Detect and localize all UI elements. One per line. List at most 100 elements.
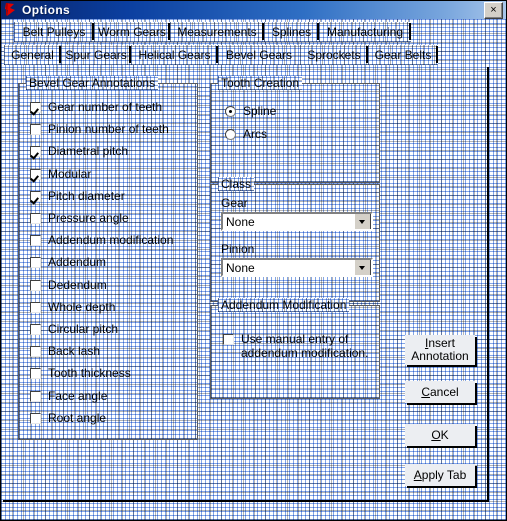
annotation-checkbox[interactable]	[30, 234, 41, 246]
tab-label: Sprockets	[307, 48, 361, 62]
cancel-button[interactable]: Cancel	[405, 381, 475, 403]
pinion-class-label: Pinion	[221, 242, 255, 256]
annotation-checkbox-label: Tooth thickness	[48, 366, 131, 380]
tooth-creation-group-label: Tooth Creation	[218, 76, 302, 90]
tab-belt-pulleys[interactable]: Belt Pulleys	[14, 22, 94, 42]
tab-sprockets[interactable]: Sprockets	[300, 45, 368, 65]
tab-label: Manufacturing	[326, 25, 404, 39]
radio-arcs-indicator[interactable]	[225, 128, 236, 140]
ok-button-label: OK	[431, 427, 449, 442]
annotation-checkbox-row[interactable]: Addendum	[30, 255, 106, 269]
bevel-gear-annotations-group-label: Bevel Gear Annotations	[26, 76, 158, 90]
annotation-checkbox[interactable]	[30, 301, 41, 313]
annotation-checkbox-row[interactable]: Root angle	[30, 411, 106, 425]
tab-worm-gears[interactable]: Worm Gears	[94, 22, 170, 42]
annotation-checkbox[interactable]	[30, 412, 41, 424]
tab-gear-belts[interactable]: Gear Belts	[368, 45, 438, 65]
annotation-checkbox-row[interactable]: Pressure angle	[30, 211, 129, 225]
dialog-client-area: Belt Pulleys Worm Gears Measurements Spline…	[1, 19, 506, 520]
annotation-checkbox[interactable]	[30, 101, 41, 113]
radio-spline-indicator[interactable]	[225, 105, 236, 117]
chevron-down-icon[interactable]	[354, 214, 371, 229]
tab-label: Belt Pulleys	[22, 25, 86, 39]
radio-spline[interactable]: Spline	[225, 104, 276, 118]
annotation-checkbox[interactable]	[30, 279, 41, 291]
apply-tab-button[interactable]: Apply Tab	[405, 464, 475, 486]
tab-label: General	[11, 48, 54, 62]
annotation-checkbox-row[interactable]: Pinion number of teeth	[30, 122, 169, 136]
annotation-checkbox-row[interactable]: Back lash	[30, 344, 100, 358]
tab-bevel-gears[interactable]: Bevel Gears	[218, 45, 300, 65]
use-manual-addendum-checkbox-row[interactable]: Use manual entry of addendum modificatio…	[223, 332, 368, 360]
tab-label: Helical Gears	[138, 48, 211, 62]
tab-spur-gears[interactable]: Spur Gears	[61, 45, 131, 65]
annotation-checkbox-label: Back lash	[48, 344, 101, 358]
tab-manufacturing[interactable]: Manufacturing	[319, 22, 411, 42]
annotation-checkbox-label: Face angle	[48, 389, 108, 403]
gear-class-value: None	[226, 214, 255, 229]
tab-label: Measurements	[177, 25, 257, 39]
annotation-checkbox-label: Diametral pitch	[48, 144, 129, 158]
annotation-checkbox-row[interactable]: Whole depth	[30, 300, 115, 314]
radio-spline-label: Spline	[243, 104, 277, 118]
annotation-checkbox-label: Addendum modification	[48, 233, 174, 247]
addendum-modification-group: Addendum Modification Use manual entry o…	[210, 298, 380, 399]
annotation-checkbox-row[interactable]: Dedendum	[30, 278, 107, 292]
insert-annotation-button[interactable]: Insert Annotation	[405, 335, 475, 365]
title-bar[interactable]: Options ×	[1, 1, 506, 19]
annotation-checkbox-row[interactable]: Circular pitch	[30, 322, 118, 336]
use-manual-addendum-label-line1: Use manual entry of	[241, 332, 349, 346]
annotation-checkbox[interactable]	[30, 123, 41, 135]
annotation-checkbox-row[interactable]: Gear number of teeth	[30, 100, 162, 114]
radio-arcs-label: Arcs	[243, 127, 267, 141]
pinion-class-select[interactable]: None	[221, 258, 373, 277]
annotation-checkbox-label: Gear number of teeth	[48, 100, 163, 114]
tab-helical-gears[interactable]: Helical Gears	[131, 45, 218, 65]
options-dialog-window: Options × Belt Pulleys Worm Gears Measurem…	[0, 0, 507, 521]
addendum-modification-group-label: Addendum Modification	[218, 298, 349, 312]
annotation-checkbox-row[interactable]: Modular	[30, 167, 91, 181]
annotation-checkbox[interactable]	[30, 367, 41, 379]
chevron-down-icon[interactable]	[354, 260, 371, 275]
right-panel-divider	[487, 67, 489, 502]
annotation-checkbox-row[interactable]: Face angle	[30, 389, 107, 403]
tab-measurements[interactable]: Measurements	[170, 22, 264, 42]
app-red-flag-icon	[3, 2, 19, 18]
annotation-checkbox[interactable]	[30, 212, 41, 224]
annotation-checkbox-row[interactable]: Addendum modification	[30, 233, 173, 247]
annotation-checkbox[interactable]	[30, 390, 41, 402]
radio-arcs[interactable]: Arcs	[225, 127, 267, 141]
annotation-checkbox-row[interactable]: Pitch diameter	[30, 189, 125, 203]
gear-class-label: Gear	[221, 196, 248, 210]
use-manual-addendum-label-line2: addendum modification.	[241, 346, 369, 360]
annotation-checkbox-label: Pinion number of teeth	[48, 122, 169, 136]
annotation-checkbox-label: Pitch diameter	[48, 189, 125, 203]
annotation-checkbox-label: Pressure angle	[48, 211, 129, 225]
close-icon[interactable]: ×	[484, 1, 503, 19]
annotation-checkbox-label: Addendum	[48, 255, 107, 269]
use-manual-addendum-checkbox[interactable]	[223, 334, 234, 345]
ok-button[interactable]: OK	[405, 424, 475, 446]
annotation-checkbox-label: Dedendum	[48, 278, 107, 292]
tab-general[interactable]: General	[4, 45, 61, 65]
annotation-checkbox[interactable]	[30, 145, 41, 157]
tab-label: Worm Gears	[98, 25, 166, 39]
annotation-checkbox-row[interactable]: Diametral pitch	[30, 144, 128, 158]
annotation-checkbox[interactable]	[30, 256, 41, 268]
annotation-checkbox[interactable]	[30, 345, 41, 357]
annotation-checkbox-label: Modular	[48, 167, 92, 181]
annotation-checkbox-label: Whole depth	[48, 300, 116, 314]
tab-label: Gear Belts	[374, 48, 432, 62]
annotation-checkbox[interactable]	[30, 168, 41, 180]
annotation-checkbox-label: Root angle	[48, 411, 107, 425]
annotation-checkbox-label: Circular pitch	[48, 322, 119, 336]
tab-label: Bevel Gears	[225, 48, 293, 62]
tab-splines[interactable]: Splines	[264, 22, 319, 42]
annotation-checkbox[interactable]	[30, 323, 41, 335]
class-group-label: Class	[218, 177, 254, 191]
annotation-checkbox-row[interactable]: Tooth thickness	[30, 366, 131, 380]
gear-class-select[interactable]: None	[221, 212, 373, 231]
use-manual-addendum-label: Use manual entry of addendum modificatio…	[241, 332, 368, 360]
pinion-class-value: None	[226, 260, 255, 275]
annotation-checkbox[interactable]	[30, 190, 41, 202]
